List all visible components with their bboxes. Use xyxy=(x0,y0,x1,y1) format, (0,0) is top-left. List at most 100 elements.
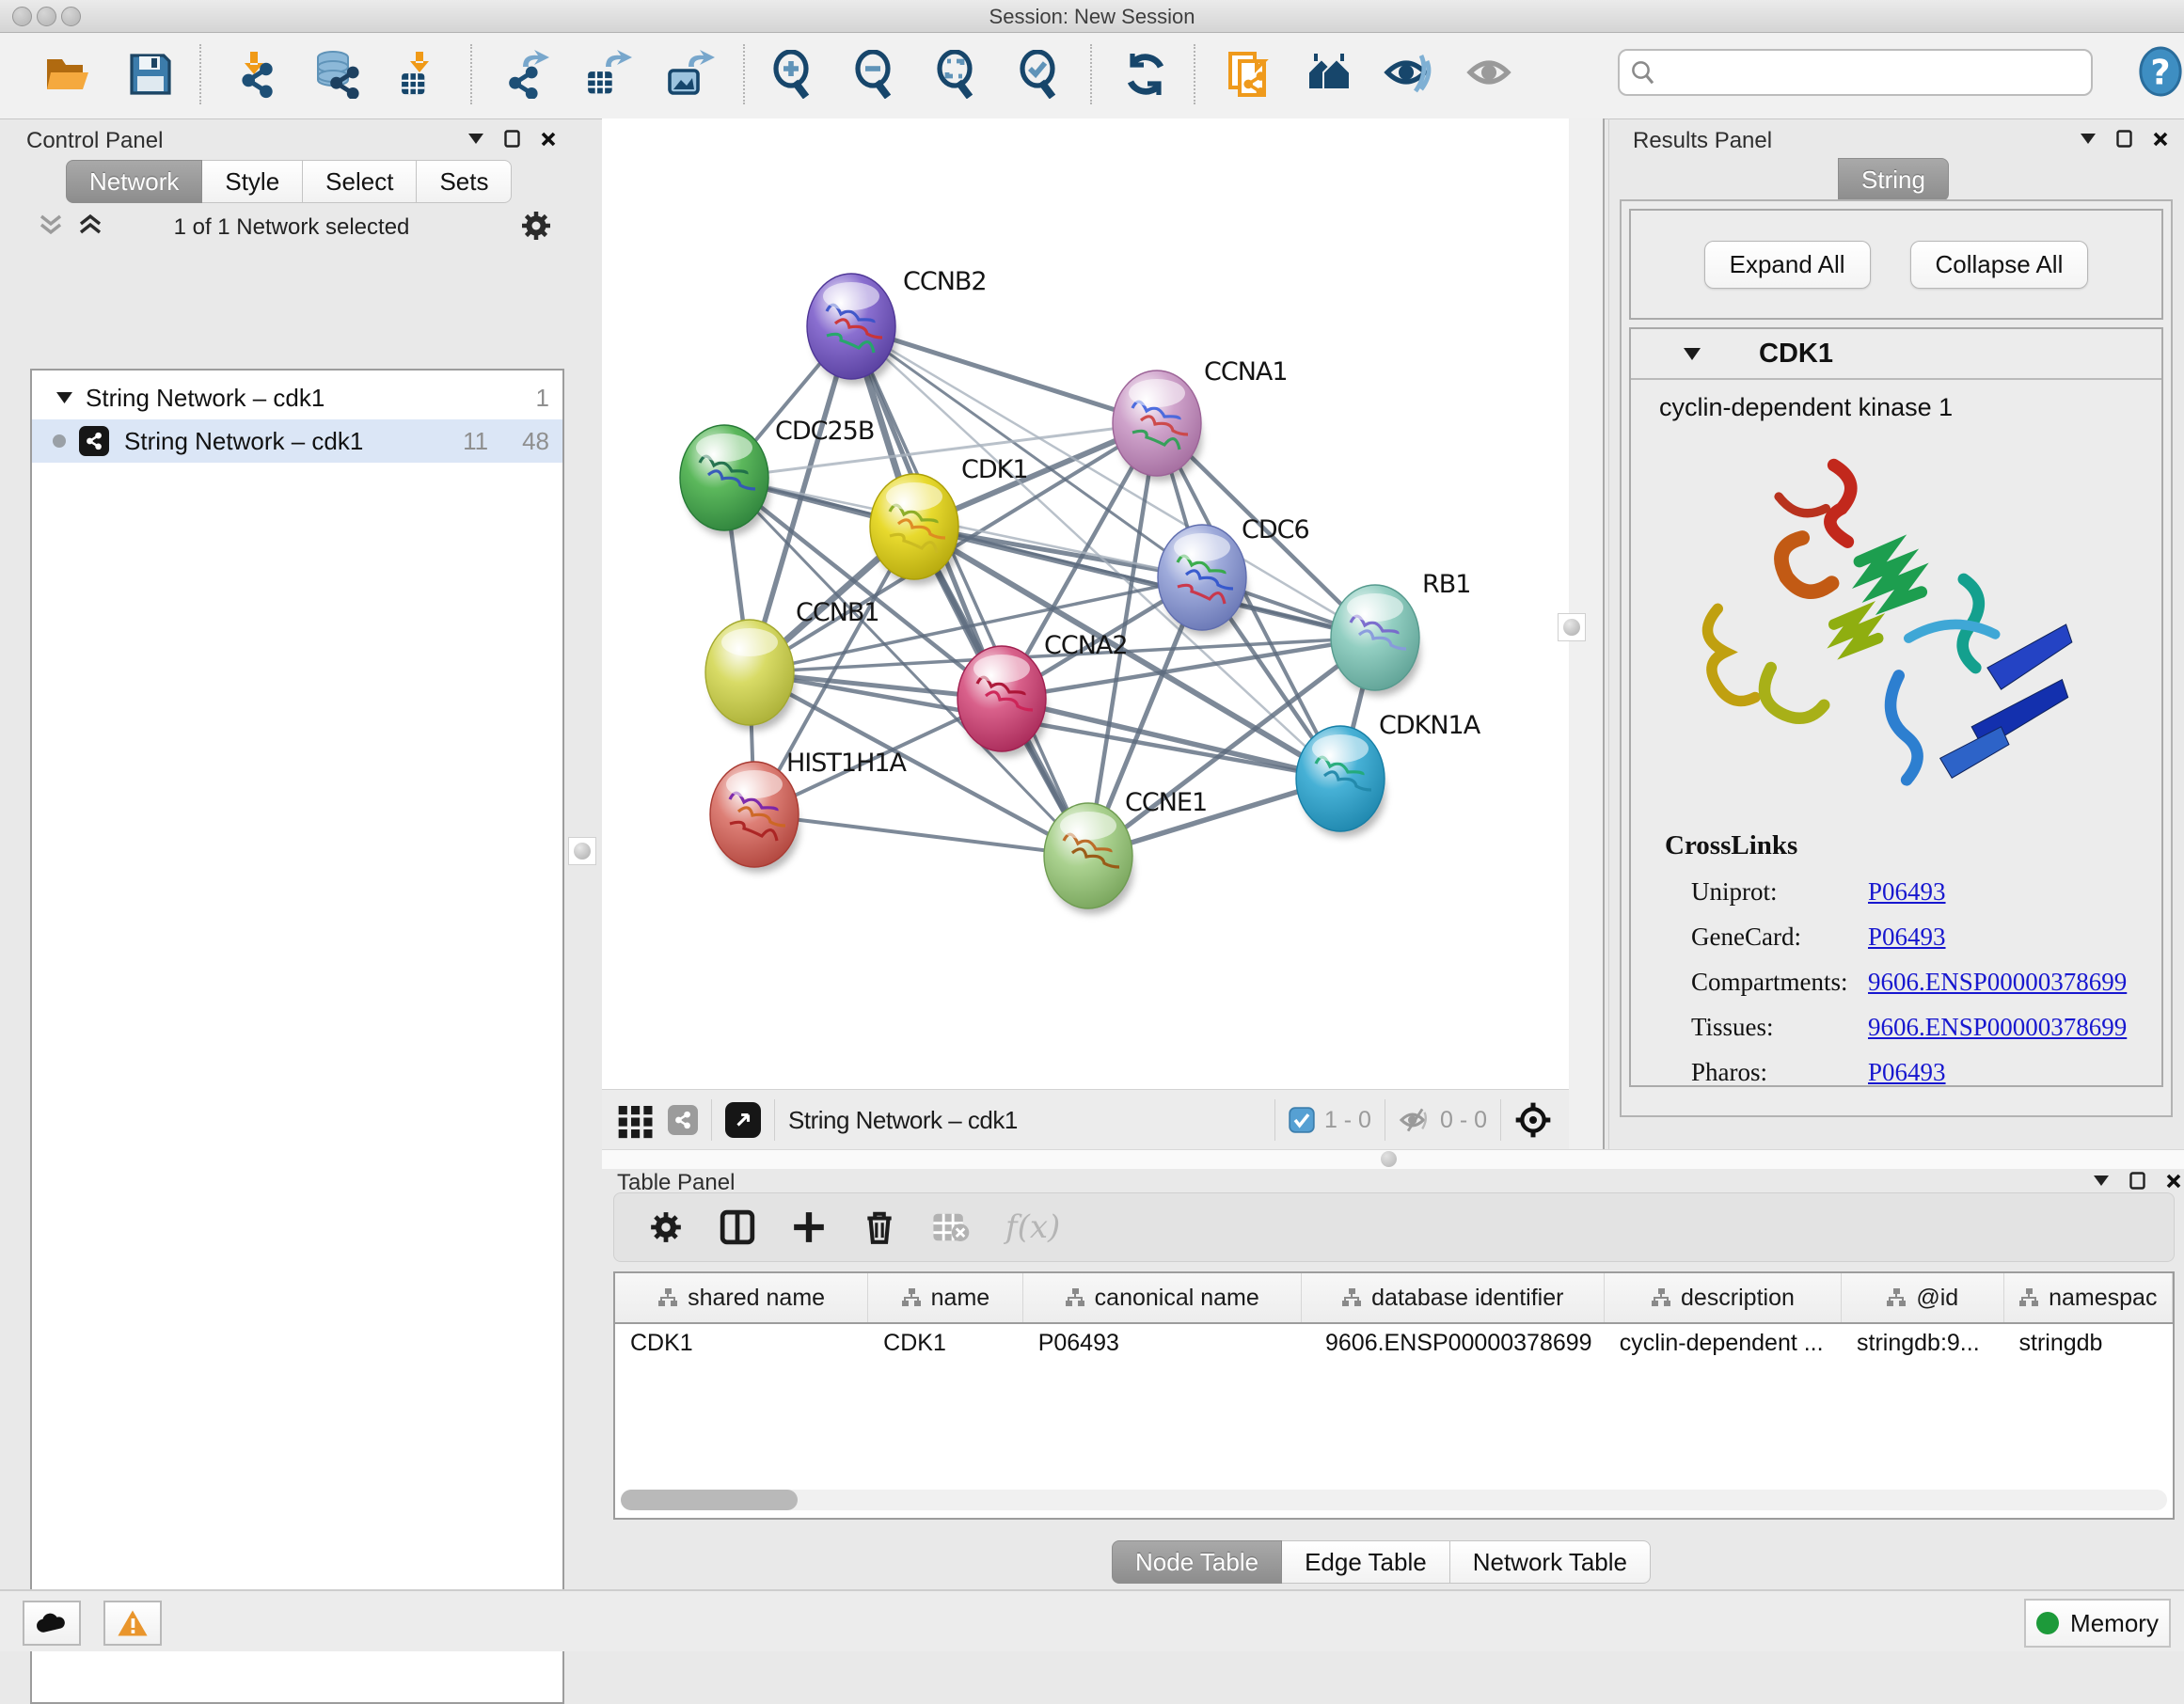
network-view-title: String Network – cdk1 xyxy=(788,1106,1018,1135)
hide-glasses-icon[interactable] xyxy=(1384,50,1432,99)
crosslink-label: Tissues: xyxy=(1691,1013,1868,1042)
tab-select[interactable]: Select xyxy=(303,160,417,203)
show-all-networks-icon[interactable] xyxy=(1305,50,1353,99)
crosslink-link[interactable]: P06493 xyxy=(1868,1058,1946,1087)
help-icon[interactable]: ? xyxy=(2137,46,2184,97)
column-header-name[interactable]: name xyxy=(868,1273,1023,1322)
search-input[interactable] xyxy=(1665,58,2081,87)
tab-sets[interactable]: Sets xyxy=(417,160,512,203)
network-node-label: CCNB1 xyxy=(796,598,879,627)
network-edge-CCNA2-CDKN1A[interactable] xyxy=(1002,699,1340,779)
network-collection-row[interactable]: String Network – cdk1 1 xyxy=(32,376,562,419)
network-node-CCNE1[interactable]: CCNE1 xyxy=(1044,788,1207,914)
column-header-canonical-name[interactable]: canonical name xyxy=(1023,1273,1302,1322)
collapse-panel-icon[interactable] xyxy=(468,134,483,144)
gene-expander-icon[interactable] xyxy=(1684,348,1701,360)
open-in-window-icon[interactable] xyxy=(725,1102,761,1138)
close-panel-icon[interactable] xyxy=(541,132,556,147)
network-node-HIST1H1A[interactable]: HIST1H1A xyxy=(710,749,908,873)
add-column-icon[interactable] xyxy=(791,1209,827,1245)
collapse-all-networks-icon[interactable] xyxy=(38,213,66,241)
toolbar-separator xyxy=(1194,44,1195,104)
column-header-description[interactable]: description xyxy=(1605,1273,1842,1322)
crosslink-link[interactable]: P06493 xyxy=(1868,877,1946,907)
node-table: shared namenamecanonical namedatabase id… xyxy=(613,1271,2175,1520)
expand-all-networks-icon[interactable] xyxy=(77,213,105,241)
warning-button[interactable] xyxy=(103,1601,162,1646)
tab-network-table[interactable]: Network Table xyxy=(1450,1540,1651,1584)
crosslink-link[interactable]: 9606.ENSP00000378699 xyxy=(1868,1013,2127,1042)
selected-checkbox-icon[interactable] xyxy=(1289,1107,1315,1133)
crosslink-row: Pharos:P06493 xyxy=(1691,1058,2161,1087)
hidden-count: 0 - 0 xyxy=(1440,1107,1487,1134)
export-image-icon[interactable] xyxy=(666,50,715,99)
horizontal-splitter-handle[interactable] xyxy=(1381,1151,1397,1167)
float-panel-icon[interactable] xyxy=(2129,1172,2145,1190)
network-options-gear-icon[interactable] xyxy=(519,209,553,243)
column-header-shared-name[interactable]: shared name xyxy=(615,1273,868,1322)
float-panel-icon[interactable] xyxy=(504,130,520,148)
toolbar-separator xyxy=(470,44,472,104)
export-network-icon[interactable] xyxy=(500,50,549,99)
collapse-all-button[interactable]: Collapse All xyxy=(1910,241,2089,289)
status-bar: Memory xyxy=(0,1589,2184,1651)
close-panel-icon[interactable] xyxy=(2166,1174,2181,1189)
show-eye-icon[interactable] xyxy=(1466,50,1515,99)
import-network-file-icon[interactable] xyxy=(231,50,280,99)
collapse-panel-icon[interactable] xyxy=(2094,1175,2109,1186)
cloud-button[interactable] xyxy=(23,1601,81,1646)
tab-style[interactable]: Style xyxy=(202,160,303,203)
import-network-database-icon[interactable] xyxy=(312,50,361,99)
float-panel-icon[interactable] xyxy=(2116,130,2132,148)
tree-expander-icon[interactable] xyxy=(56,392,72,403)
expand-all-button[interactable]: Expand All xyxy=(1704,241,1871,289)
network-edge-CCNB2-CCNA1[interactable] xyxy=(851,326,1157,423)
column-header--id[interactable]: @id xyxy=(1842,1273,2003,1322)
hidden-eye-icon[interactable] xyxy=(1399,1107,1431,1133)
clone-network-icon[interactable] xyxy=(1225,50,1274,99)
crosslink-link[interactable]: 9606.ENSP00000378699 xyxy=(1868,968,2127,997)
zoom-selected-icon[interactable] xyxy=(1015,50,1064,99)
tab-string[interactable]: String xyxy=(1838,158,1949,201)
open-session-icon[interactable] xyxy=(43,50,92,99)
fit-content-crosshair-icon[interactable] xyxy=(1514,1101,1552,1139)
delete-trash-icon[interactable] xyxy=(863,1209,896,1245)
zoom-fit-icon[interactable] xyxy=(932,50,981,99)
zoom-in-icon[interactable] xyxy=(768,50,817,99)
network-edge-HIST1H1A-CCNE1[interactable] xyxy=(754,814,1088,856)
save-session-icon[interactable] xyxy=(126,50,175,99)
network-row[interactable]: String Network – cdk1 11 48 xyxy=(32,419,562,463)
network-node-CCNB1[interactable]: CCNB1 xyxy=(705,598,879,731)
table-row[interactable]: CDK1CDK1P064939606.ENSP00000378699cyclin… xyxy=(615,1324,2173,1365)
network-node-CDKN1A[interactable]: CDKN1A xyxy=(1296,711,1481,837)
collapse-panel-icon[interactable] xyxy=(2081,134,2096,144)
birdseye-grid-icon[interactable] xyxy=(617,1101,655,1139)
column-header-database-identifier[interactable]: database identifier xyxy=(1302,1273,1605,1322)
network-node-RB1[interactable]: RB1 xyxy=(1331,570,1470,696)
import-table-icon[interactable] xyxy=(397,50,446,99)
table-hscrollbar[interactable] xyxy=(621,1490,2167,1510)
memory-button[interactable]: Memory xyxy=(2024,1599,2171,1648)
show-columns-icon[interactable] xyxy=(720,1209,755,1245)
export-table-icon[interactable] xyxy=(583,50,632,99)
left-splitter-handle[interactable] xyxy=(568,837,596,865)
close-panel-icon[interactable] xyxy=(2153,132,2168,147)
network-canvas[interactable]: CCNB2CCNA1CDC25BCDK1CDC6RB1CCNB1CCNA2CDK… xyxy=(602,118,1569,1089)
network-view-toolbar: String Network – cdk1 1 - 0 0 - 0 xyxy=(602,1089,1569,1150)
network-status-dot xyxy=(53,434,66,448)
right-splitter-handle[interactable] xyxy=(1558,613,1586,641)
refresh-icon[interactable] xyxy=(1121,50,1170,99)
tab-edge-table[interactable]: Edge Table xyxy=(1282,1540,1450,1584)
gene-card: CDK1 cyclin-dependent kinase 1 xyxy=(1629,327,2163,1087)
column-header-namespac[interactable]: namespac xyxy=(2004,1273,2173,1322)
network-badge-icon[interactable] xyxy=(668,1105,698,1135)
tab-network[interactable]: Network xyxy=(66,160,202,203)
network-node-CDK1[interactable]: CDK1 xyxy=(870,455,1028,585)
network-node-label: RB1 xyxy=(1422,570,1470,599)
crosslink-link[interactable]: P06493 xyxy=(1868,923,1946,952)
table-options-gear-icon[interactable] xyxy=(648,1209,684,1245)
zoom-out-icon[interactable] xyxy=(850,50,899,99)
tab-node-table[interactable]: Node Table xyxy=(1112,1540,1282,1584)
table-hscrollbar-thumb[interactable] xyxy=(621,1490,798,1510)
network-edge-count: 48 xyxy=(522,427,549,456)
